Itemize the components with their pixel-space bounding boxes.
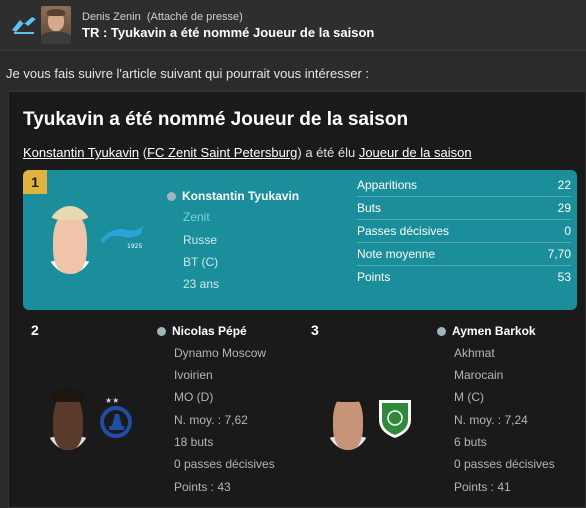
article-summary: Konstantin Tyukavin (FC Zenit Saint Pete…	[23, 145, 472, 160]
person-icon	[157, 327, 166, 336]
player-name-text: Nicolas Pépé	[172, 324, 247, 338]
sender-role: (Attaché de presse)	[146, 11, 243, 23]
zenit-crest-icon[interactable]: 1925	[97, 222, 147, 250]
runner-up-card: 3 Aymen Barkok Akhmat Marocain M (C) N. …	[303, 316, 573, 506]
rank-number: 3	[311, 322, 319, 338]
player-points: Points : 41	[454, 480, 511, 494]
player-position: MO (D)	[174, 390, 214, 404]
player-rating: N. moy. : 7,24	[454, 413, 528, 427]
stat-row-goals: Buts 29	[357, 197, 571, 220]
winner-name[interactable]: Konstantin Tyukavin	[167, 189, 299, 203]
stat-row-appearances: Apparitions 22	[357, 174, 571, 197]
stat-value: 29	[557, 201, 571, 215]
person-icon	[437, 327, 446, 336]
winner-name-text: Konstantin Tyukavin	[182, 189, 300, 203]
player-name[interactable]: Aymen Barkok	[437, 324, 536, 338]
rank-badge: 1	[23, 170, 47, 194]
stat-value: 22	[557, 178, 571, 192]
stat-value: 7,70	[547, 247, 571, 261]
zenit-logo-icon	[12, 17, 36, 34]
award-link[interactable]: Joueur de la saison	[359, 145, 472, 160]
stat-label: Note moyenne	[357, 247, 436, 261]
player-club[interactable]: Dynamo Moscow	[174, 346, 266, 360]
player-photo[interactable]	[45, 388, 91, 450]
sender-avatar[interactable]	[41, 6, 71, 44]
message-subject: TR : Tyukavin a été nommé Joueur de la s…	[82, 25, 375, 40]
svg-text:★★: ★★	[105, 396, 119, 405]
stat-row-average-rating: Note moyenne 7,70	[357, 243, 571, 266]
sender-name[interactable]: Denis Zenin	[82, 11, 141, 23]
player-goals: 6 buts	[454, 435, 487, 449]
winner-position: BT (C)	[183, 255, 219, 269]
winner-photo[interactable]	[45, 206, 95, 274]
stat-label: Apparitions	[357, 178, 418, 192]
stat-label: Points	[357, 270, 391, 284]
player-name[interactable]: Nicolas Pépé	[157, 324, 247, 338]
stat-value: 53	[557, 270, 571, 284]
dynamo-crest-icon[interactable]: ★★	[99, 394, 133, 440]
stat-label: Passes décisives	[357, 224, 450, 238]
player-name-text: Aymen Barkok	[452, 324, 536, 338]
akhmat-crest-icon[interactable]	[375, 396, 415, 440]
runner-up-card: 2 ★★ Nicolas Pépé Dynamo Moscow Ivoirien…	[23, 316, 293, 506]
stat-value: 0	[564, 224, 571, 238]
winner-club[interactable]: Zenit	[183, 210, 210, 224]
winner-age: 23 ans	[183, 277, 220, 291]
rank-number: 2	[31, 322, 39, 338]
stat-row-assists: Passes décisives 0	[357, 220, 571, 243]
player-nationality: Marocain	[454, 368, 504, 382]
player-assists: 0 passes décisives	[454, 457, 555, 471]
message-header: Denis Zenin (Attaché de presse) TR : Tyu…	[0, 0, 586, 51]
club-link[interactable]: FC Zenit Saint Petersburg	[147, 145, 297, 160]
winner-nationality: Russe	[183, 233, 218, 247]
player-link[interactable]: Konstantin Tyukavin	[23, 145, 139, 160]
player-nationality: Ivoirien	[174, 368, 213, 382]
svg-text:1925: 1925	[127, 243, 142, 250]
winner-card: 1 1925 Konstantin Tyukavin Zenit Russe B…	[23, 170, 577, 310]
summary-middle: ) a été élu	[297, 145, 359, 160]
stat-label: Buts	[357, 201, 382, 215]
player-club[interactable]: Akhmat	[454, 346, 495, 360]
intro-text: Je vous fais suivre l'article suivant qu…	[6, 66, 370, 81]
player-position: M (C)	[454, 390, 484, 404]
stat-row-points: Points 53	[357, 266, 571, 288]
player-assists: 0 passes décisives	[174, 457, 275, 471]
article-title: Tyukavin a été nommé Joueur de la saison	[23, 109, 409, 130]
news-article: Tyukavin a été nommé Joueur de la saison…	[8, 91, 586, 508]
player-points: Points : 43	[174, 480, 231, 494]
player-rating: N. moy. : 7,62	[174, 413, 248, 427]
player-goals: 18 buts	[174, 435, 214, 449]
player-photo[interactable]	[325, 388, 371, 450]
sender[interactable]: Denis Zenin (Attaché de presse)	[82, 11, 243, 23]
summary-open-paren: (	[139, 145, 148, 160]
person-icon	[167, 192, 176, 201]
